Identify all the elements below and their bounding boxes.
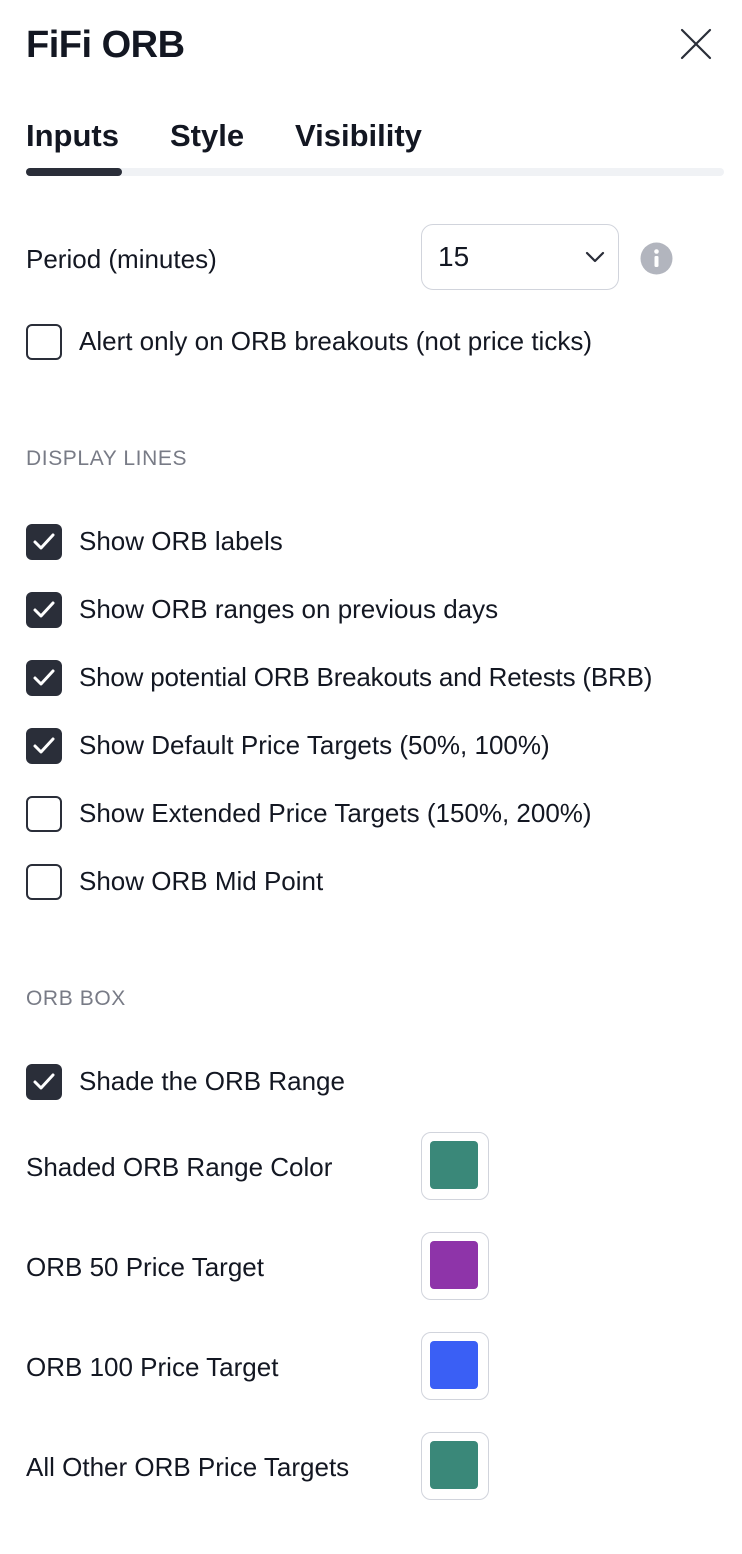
show-extended-targets-label: Show Extended Price Targets (150%, 200%): [79, 798, 592, 828]
show-default-targets-label: Show Default Price Targets (50%, 100%): [79, 730, 550, 760]
dialog-title: FiFi ORB: [26, 24, 185, 66]
shade-orb-range-checkbox[interactable]: [26, 1064, 62, 1100]
show-breakouts-retests-label: Show potential ORB Breakouts and Retests…: [79, 662, 653, 692]
tab-track: [26, 168, 724, 176]
other-targets-color-label: All Other ORB Price Targets: [26, 1452, 350, 1482]
checkmark-icon: [33, 737, 55, 754]
shaded-range-color-label: Shaded ORB Range Color: [26, 1152, 333, 1182]
section-heading-orb-box: ORB BOX: [26, 987, 126, 1010]
tab-inputs[interactable]: Inputs: [26, 116, 119, 156]
shaded-range-color-swatch[interactable]: [421, 1132, 489, 1200]
period-select[interactable]: 15: [421, 224, 619, 290]
close-icon: [680, 28, 712, 60]
checkmark-icon: [33, 601, 55, 618]
show-orb-labels-label: Show ORB labels: [79, 526, 283, 556]
close-button[interactable]: [676, 24, 716, 64]
tab-visibility[interactable]: Visibility: [295, 116, 422, 156]
color-fill: [430, 1141, 478, 1189]
color-fill: [430, 1441, 478, 1489]
show-default-targets-checkbox[interactable]: [26, 728, 62, 764]
show-breakouts-retests-checkbox[interactable]: [26, 660, 62, 696]
show-mid-point-checkbox[interactable]: [26, 864, 62, 900]
period-label: Period (minutes): [26, 244, 217, 274]
other-targets-color-swatch[interactable]: [421, 1432, 489, 1500]
show-orb-labels-checkbox[interactable]: [26, 524, 62, 560]
tab-active-indicator: [26, 168, 122, 176]
checkmark-icon: [33, 533, 55, 550]
period-select-value: 15: [438, 241, 470, 272]
alert-only-label: Alert only on ORB breakouts (not price t…: [79, 326, 592, 356]
show-orb-ranges-checkbox[interactable]: [26, 592, 62, 628]
color-fill: [430, 1241, 478, 1289]
orb50-target-color-swatch[interactable]: [421, 1232, 489, 1300]
alert-only-checkbox[interactable]: [26, 324, 62, 360]
show-mid-point-label: Show ORB Mid Point: [79, 866, 324, 896]
orb100-target-color-swatch[interactable]: [421, 1332, 489, 1400]
info-icon[interactable]: [640, 242, 673, 275]
orb100-target-color-label: ORB 100 Price Target: [26, 1352, 279, 1382]
orb50-target-color-label: ORB 50 Price Target: [26, 1252, 264, 1282]
show-orb-ranges-label: Show ORB ranges on previous days: [79, 594, 499, 624]
checkmark-icon: [33, 669, 55, 686]
checkmark-icon: [33, 1073, 55, 1090]
color-fill: [430, 1341, 478, 1389]
shade-orb-range-label: Shade the ORB Range: [79, 1066, 345, 1096]
chevron-down-icon: [585, 251, 605, 263]
section-heading-display-lines: DISPLAY LINES: [26, 447, 188, 470]
show-extended-targets-checkbox[interactable]: [26, 796, 62, 832]
tab-style[interactable]: Style: [170, 116, 244, 156]
